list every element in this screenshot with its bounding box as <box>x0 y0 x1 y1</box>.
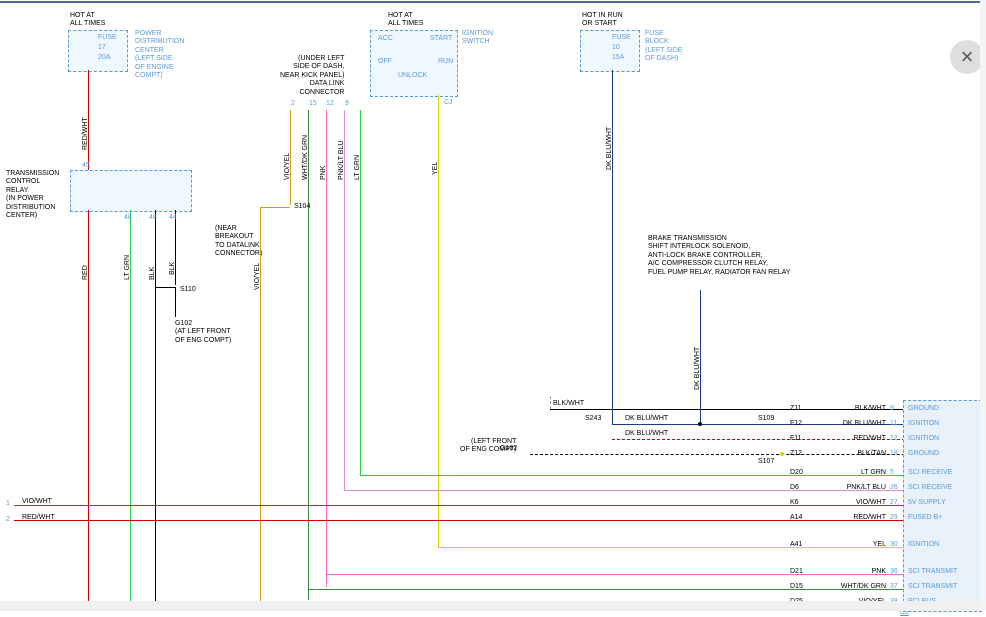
wl-ltgrn: LT GRN <box>124 255 132 280</box>
fuse2-l1: FUSE <box>612 34 631 42</box>
node-s107 <box>780 452 784 456</box>
wl-pnkltblu: PNK/LT BLU <box>338 141 346 180</box>
hot-label-2: HOT AT ALL TIMES <box>388 12 423 29</box>
dlc-15: 15 <box>309 100 317 108</box>
wl-blk2: BLK <box>169 262 177 275</box>
conn-cj: CJ <box>444 99 453 107</box>
pin-row: A14RED/WHT29FUSED B+ <box>790 514 975 526</box>
pin-row: Z12BLK/TAN18GROUND <box>790 450 975 462</box>
fuse1-l2: 17 <box>98 44 106 52</box>
left-p1: 1 <box>6 500 10 508</box>
conn-48b: 48 <box>149 214 157 222</box>
wire-pnk <box>326 110 327 587</box>
wl-dkbluwht2: DK BLU/WHT <box>694 347 702 390</box>
pin-row: D15WHT/DK GRN37SCI TRANSMIT <box>790 583 975 595</box>
fuse1-l1: FUSE <box>98 34 117 42</box>
fuse2-l2: 10 <box>612 44 620 52</box>
s104: S104 <box>294 203 310 211</box>
conn-48a: 48 <box>124 214 132 222</box>
wl-vioyel2: VIO/YEL <box>254 263 262 290</box>
close-button[interactable]: × <box>950 40 984 74</box>
wl-redwht: RED/WHT <box>82 117 90 150</box>
wl-yel: YEL <box>432 162 440 175</box>
ignition-title: IGNITION SWITCH <box>462 30 493 47</box>
pin-row: F11RED/WHT12IGNITION <box>790 435 975 447</box>
pin-row: Z11BLK/WHT9GROUND <box>790 405 975 417</box>
wire-dkbluwht <box>612 70 613 425</box>
wl-whtdkgrn: WHT/DK GRN <box>302 135 310 180</box>
s107: S107 <box>758 458 774 466</box>
wire-whtdkgrn <box>308 110 309 600</box>
wl-vioyel: VIO/YEL <box>284 153 292 180</box>
relay-title: TRANSMISSION CONTROL RELAY (IN POWER DIS… <box>6 170 59 220</box>
s110: S110 <box>180 286 196 294</box>
wl-red: RED <box>82 265 90 280</box>
left-p2: 2 <box>6 516 10 524</box>
close-icon: × <box>961 44 974 70</box>
ign-run: RUN <box>438 58 453 66</box>
wl-blkwht-h: BLK/WHT <box>553 400 584 408</box>
leftfront: (LEFT FRONT OF ENG COMPT) <box>460 438 516 455</box>
node-s109 <box>698 422 702 426</box>
ign-unlock: UNLOCK <box>398 72 427 80</box>
dlc-9: 9 <box>345 100 349 108</box>
relay-box <box>70 170 192 212</box>
conn-45: 45 <box>82 162 90 170</box>
wl-redwht2: RED/WHT <box>22 514 55 522</box>
brake-block: BRAKE TRANSMISSION SHIFT INTERLOCK SOLEN… <box>648 235 791 277</box>
hot-label-1: HOT AT ALL TIMES <box>70 12 105 29</box>
wl-pnk: PNK <box>320 166 328 180</box>
s109: S109 <box>758 415 774 423</box>
pin-row: K6VIO/WHT275V SUPPLY <box>790 499 975 511</box>
scrollbar-track[interactable] <box>0 601 986 611</box>
wl-blk1: BLK <box>149 267 157 280</box>
ign-acc: ACC <box>378 35 393 43</box>
top-border <box>0 1 980 3</box>
pin-row: D6PNK/LT BLU26SCI RECEIVE <box>790 484 975 496</box>
g102: G102 (AT LEFT FRONT OF ENG COMPT) <box>175 320 231 345</box>
fuse1-desc: POWER DISTRIBUTION CENTER (LEFT SIDE OF … <box>135 30 184 80</box>
fuse2-desc: FUSE BLOCK (LEFT SIDE OF DASH) <box>645 30 683 64</box>
wl-dkblu12: DK BLU/WHT <box>625 430 668 438</box>
fuse1-l3: 20A <box>98 54 110 62</box>
scrollbar-v[interactable] <box>980 0 986 611</box>
pin-row: A41YEL30IGNITION <box>790 541 975 553</box>
dlc-desc: (UNDER LEFT SIDE OF DASH, NEAR KICK PANE… <box>280 55 344 97</box>
near-breakout: (NEAR BREAKOUT TO DATALINK CONNECTOR) <box>215 225 262 259</box>
ign-start: START <box>430 35 452 43</box>
pin-row: D21PNK36SCI TRANSMIT <box>790 568 975 580</box>
g102-v <box>175 287 176 317</box>
wl-dkbluwht: DK BLU/WHT <box>606 127 614 170</box>
ign-off: OFF <box>378 58 392 66</box>
wl-ltgrn2: LT GRN <box>354 155 362 180</box>
pin-row: F12DK BLU/WHT11IGNITION <box>790 420 975 432</box>
wire-vioyel-h <box>260 207 290 208</box>
hot-run-label: HOT IN RUN OR START <box>582 12 623 29</box>
dlc-12: 12 <box>326 100 334 108</box>
s243: S243 <box>585 415 601 423</box>
pin-row: D20LT GRN5SCI RECEIVE <box>790 469 975 481</box>
fuse-box-2 <box>580 30 640 72</box>
s110-h <box>155 287 175 288</box>
fuse2-l3: 15A <box>612 54 624 62</box>
arr-blkwht <box>550 396 552 409</box>
dlc-2: 2 <box>291 100 295 108</box>
conn-44: 44 <box>169 214 177 222</box>
wl-dkblu11: DK BLU/WHT <box>625 415 668 423</box>
